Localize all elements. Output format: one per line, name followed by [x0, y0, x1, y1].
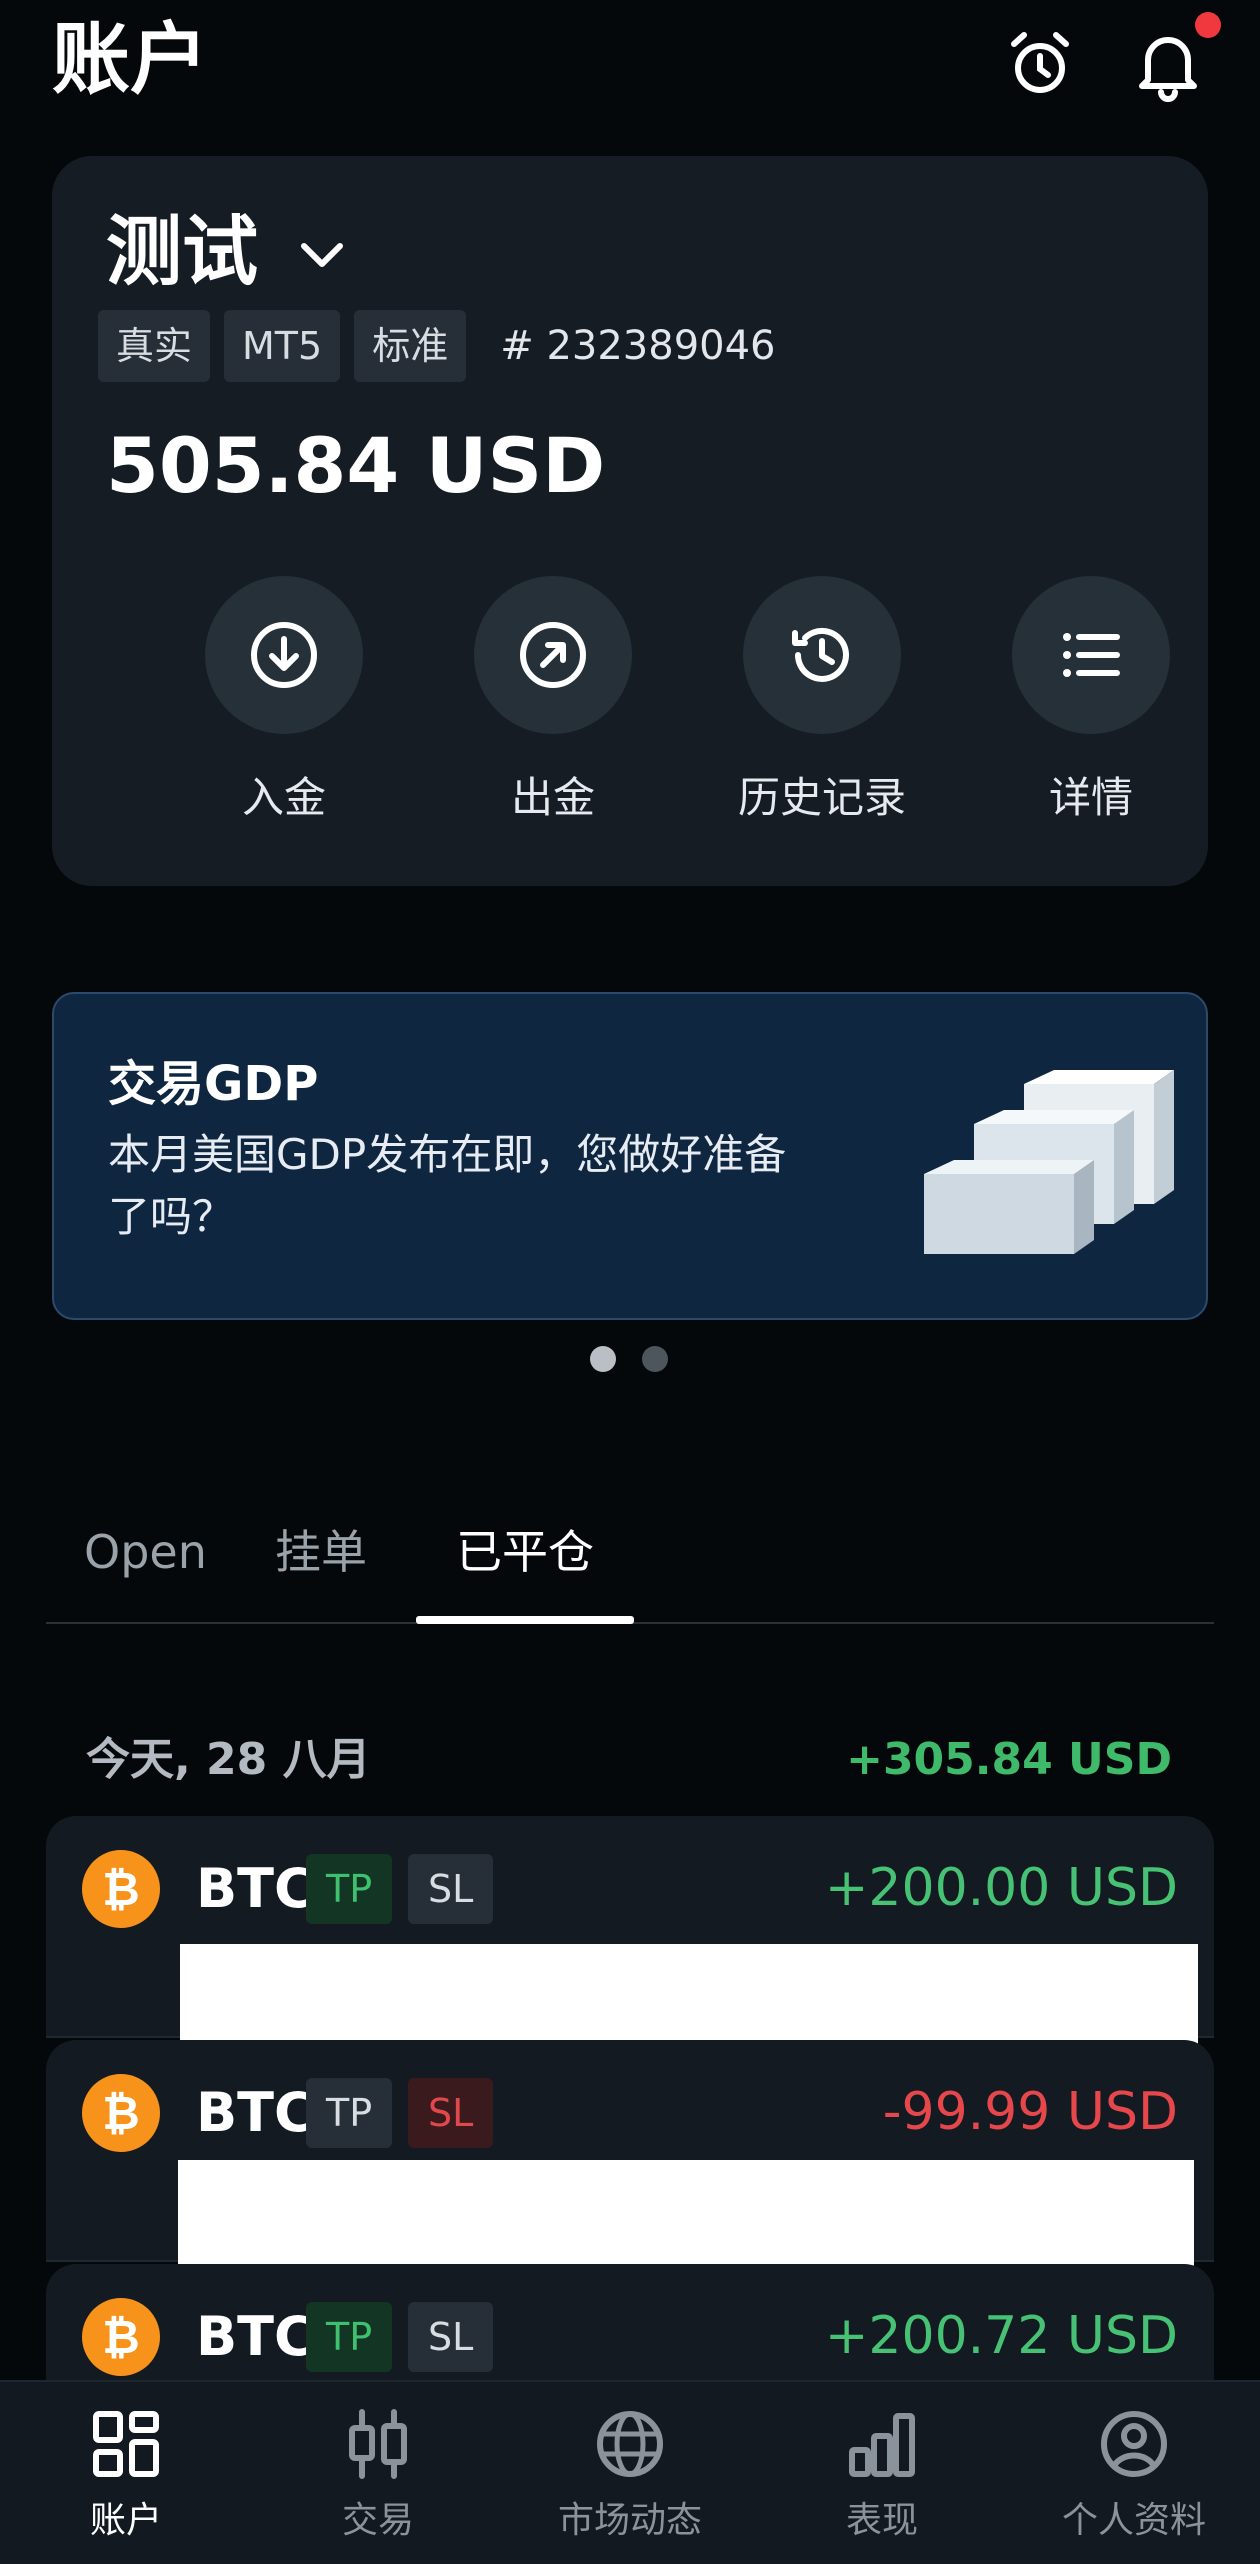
nav-account[interactable]: 账户 — [0, 2382, 252, 2564]
withdraw-icon — [520, 622, 586, 688]
trade-symbol: BTC — [196, 2305, 314, 2368]
active-tab-indicator — [416, 1616, 634, 1624]
bitcoin-icon: ₿ — [82, 2074, 160, 2152]
bell-icon[interactable] — [1130, 26, 1206, 102]
nav-label: 表现 — [845, 2500, 918, 2541]
nav-performance[interactable]: 表现 — [756, 2382, 1008, 2564]
deposit-button[interactable]: 入金 — [164, 576, 404, 826]
nav-trade[interactable]: 交易 — [252, 2382, 504, 2564]
sl-badge: SL — [408, 1854, 494, 1924]
globe-icon — [597, 2411, 663, 2477]
trade-pnl: +200.00 USD — [824, 1858, 1178, 1918]
account-tags: 真实 MT5 标准 # 232389046 — [98, 310, 776, 382]
nav-label: 个人资料 — [1061, 2500, 1206, 2541]
trade-symbol: BTC — [196, 1857, 314, 1920]
bitcoin-icon: ₿ — [82, 2298, 160, 2376]
trade-pnl: -99.99 USD — [882, 2082, 1178, 2142]
promo-text: 本月美国GDP发布在即，您做好准备了吗？ — [108, 1130, 787, 1241]
orders-tabs: Open 挂单 已平仓 — [46, 1502, 1214, 1624]
day-label: 今天, 28 八月 — [86, 1734, 371, 1785]
nav-label: 交易 — [341, 2500, 414, 2541]
carousel-pagination — [590, 1346, 670, 1376]
tp-badge: TP — [306, 2302, 393, 2372]
account-actions: 入金 出金 历史记录 详情 — [52, 576, 1208, 836]
nav-market-news[interactable]: 市场动态 — [504, 2382, 756, 2564]
bottom-nav: 账户 交易 市场动态 表现 个人资料 — [0, 2380, 1260, 2564]
trade-symbol: BTC — [196, 2081, 314, 2144]
tag-account-type: 真实 — [98, 310, 211, 382]
profile-icon — [1101, 2411, 1167, 2477]
day-total: +305.84 USD — [846, 1734, 1172, 1785]
carousel-dot-active[interactable] — [590, 1346, 616, 1372]
tab-pending[interactable]: 挂单 — [266, 1502, 376, 1622]
history-button[interactable]: 历史记录 — [702, 576, 942, 826]
deposit-icon — [251, 622, 317, 688]
performance-icon — [849, 2413, 915, 2477]
stairs-illustration — [924, 1070, 1174, 1254]
account-balance: 505.84 USD — [106, 421, 606, 510]
details-button[interactable]: 详情 — [971, 576, 1211, 826]
promo-title: 交易GDP — [108, 1056, 319, 1112]
page-title: 账户 — [52, 15, 209, 105]
trade-row[interactable]: ₿ BTC TP SL -99.99 USD — [46, 2040, 1214, 2266]
account-icon — [93, 2411, 159, 2477]
trade-row[interactable]: ₿ BTC TP SL +200.00 USD — [46, 1816, 1214, 2050]
account-card: 测试 真实 MT5 标准 # 232389046 505.84 USD 入金 出… — [52, 156, 1208, 886]
tag-account-class: 标准 — [354, 310, 467, 382]
tag-platform: MT5 — [224, 310, 341, 382]
bitcoin-icon: ₿ — [82, 1850, 160, 1928]
withdraw-button[interactable]: 出金 — [433, 576, 673, 826]
nav-label: 市场动态 — [557, 2500, 702, 2541]
details-icon — [1063, 633, 1120, 677]
redacted-area — [178, 2160, 1194, 2266]
tp-badge: TP — [306, 1854, 393, 1924]
deposit-label: 入金 — [241, 773, 326, 822]
nav-label: 账户 — [89, 2500, 162, 2541]
carousel-dot[interactable] — [642, 1346, 668, 1372]
chevron-down-icon[interactable] — [292, 226, 352, 286]
promo-banner[interactable]: 交易GDP 本月美国GDP发布在即，您做好准备了吗？ — [52, 992, 1208, 1320]
alarm-clock-icon[interactable] — [1002, 26, 1078, 102]
header: 账户 — [0, 0, 1260, 140]
sl-badge: SL — [408, 2078, 494, 2148]
notification-dot — [1195, 12, 1221, 38]
trade-pnl: +200.72 USD — [824, 2306, 1178, 2366]
trade-icon — [349, 2409, 407, 2479]
details-label: 详情 — [1048, 773, 1133, 822]
account-number: # 232389046 — [500, 323, 776, 369]
tp-badge: TP — [306, 2078, 393, 2148]
tab-open[interactable]: Open — [84, 1502, 207, 1622]
withdraw-label: 出金 — [510, 773, 595, 822]
tab-closed[interactable]: 已平仓 — [416, 1502, 634, 1622]
nav-profile[interactable]: 个人资料 — [1008, 2382, 1260, 2564]
history-icon — [792, 627, 849, 682]
sl-badge: SL — [408, 2302, 494, 2372]
redacted-area — [180, 1944, 1198, 2050]
account-name[interactable]: 测试 — [106, 202, 258, 302]
history-label: 历史记录 — [737, 773, 906, 822]
